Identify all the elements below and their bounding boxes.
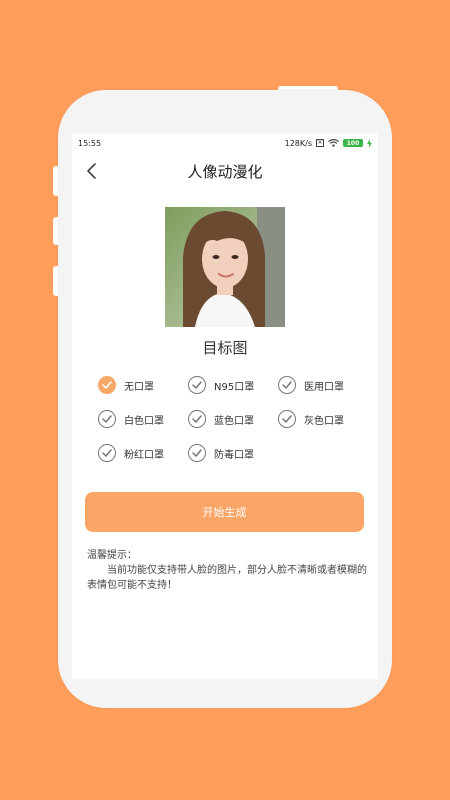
mask-option[interactable]: 粉红口罩 bbox=[98, 444, 164, 462]
mask-option[interactable]: 白色口罩 bbox=[98, 410, 164, 428]
page-title: 人像动漫化 bbox=[187, 163, 263, 181]
wifi-icon bbox=[328, 139, 339, 147]
check-icon[interactable] bbox=[188, 444, 206, 462]
charging-icon bbox=[367, 138, 372, 148]
tips-title: 温馨提示： bbox=[87, 550, 137, 561]
check-icon[interactable] bbox=[278, 376, 296, 394]
check-icon[interactable] bbox=[278, 410, 296, 428]
mask-option[interactable]: 防毒口罩 bbox=[188, 444, 254, 462]
mask-option-label: 无口罩 bbox=[124, 381, 154, 393]
check-icon[interactable] bbox=[188, 376, 206, 394]
tips: 温馨提示： 当前功能仅支持带人脸的图片，部分人脸不清晰或者模糊的表情包可能不支持… bbox=[87, 548, 367, 593]
mask-option[interactable]: 灰色口罩 bbox=[278, 410, 344, 428]
mask-option-label: 蓝色口罩 bbox=[214, 415, 254, 427]
mask-option-label: 粉红口罩 bbox=[124, 449, 164, 461]
mask-option-label: 防毒口罩 bbox=[214, 449, 254, 461]
title-bar: 人像动漫化 bbox=[72, 155, 378, 187]
check-icon[interactable] bbox=[98, 444, 116, 462]
start-generate-button[interactable]: 开始生成 bbox=[85, 492, 364, 532]
app-screen: 15:55 128K/s × 100 人像动漫化 目标图 无口罩 N95口罩 医… bbox=[72, 133, 378, 679]
mask-option[interactable]: 蓝色口罩 bbox=[188, 410, 254, 428]
mask-option[interactable]: 无口罩 bbox=[98, 376, 154, 394]
target-photo[interactable] bbox=[165, 207, 285, 327]
battery-icon: 100 bbox=[343, 139, 363, 147]
check-icon[interactable] bbox=[188, 410, 206, 428]
network-speed: 128K/s bbox=[284, 138, 312, 148]
mask-option-label: 白色口罩 bbox=[124, 415, 164, 427]
tips-body: 当前功能仅支持带人脸的图片，部分人脸不清晰或者模糊的表情包可能不支持！ bbox=[87, 565, 367, 591]
mask-option-label: 医用口罩 bbox=[304, 381, 344, 393]
portrait-image bbox=[165, 207, 285, 327]
status-time: 15:55 bbox=[78, 138, 102, 148]
image-caption: 目标图 bbox=[202, 339, 248, 357]
mask-option[interactable]: 医用口罩 bbox=[278, 376, 344, 394]
mask-option-label: N95口罩 bbox=[214, 381, 255, 393]
mask-option-label: 灰色口罩 bbox=[304, 415, 344, 427]
sim-icon: × bbox=[316, 139, 324, 147]
check-icon[interactable] bbox=[98, 376, 116, 394]
status-bar: 15:55 128K/s × 100 bbox=[72, 133, 378, 153]
status-icons: 128K/s × 100 bbox=[284, 138, 372, 148]
check-icon[interactable] bbox=[98, 410, 116, 428]
mask-option[interactable]: N95口罩 bbox=[188, 376, 254, 394]
